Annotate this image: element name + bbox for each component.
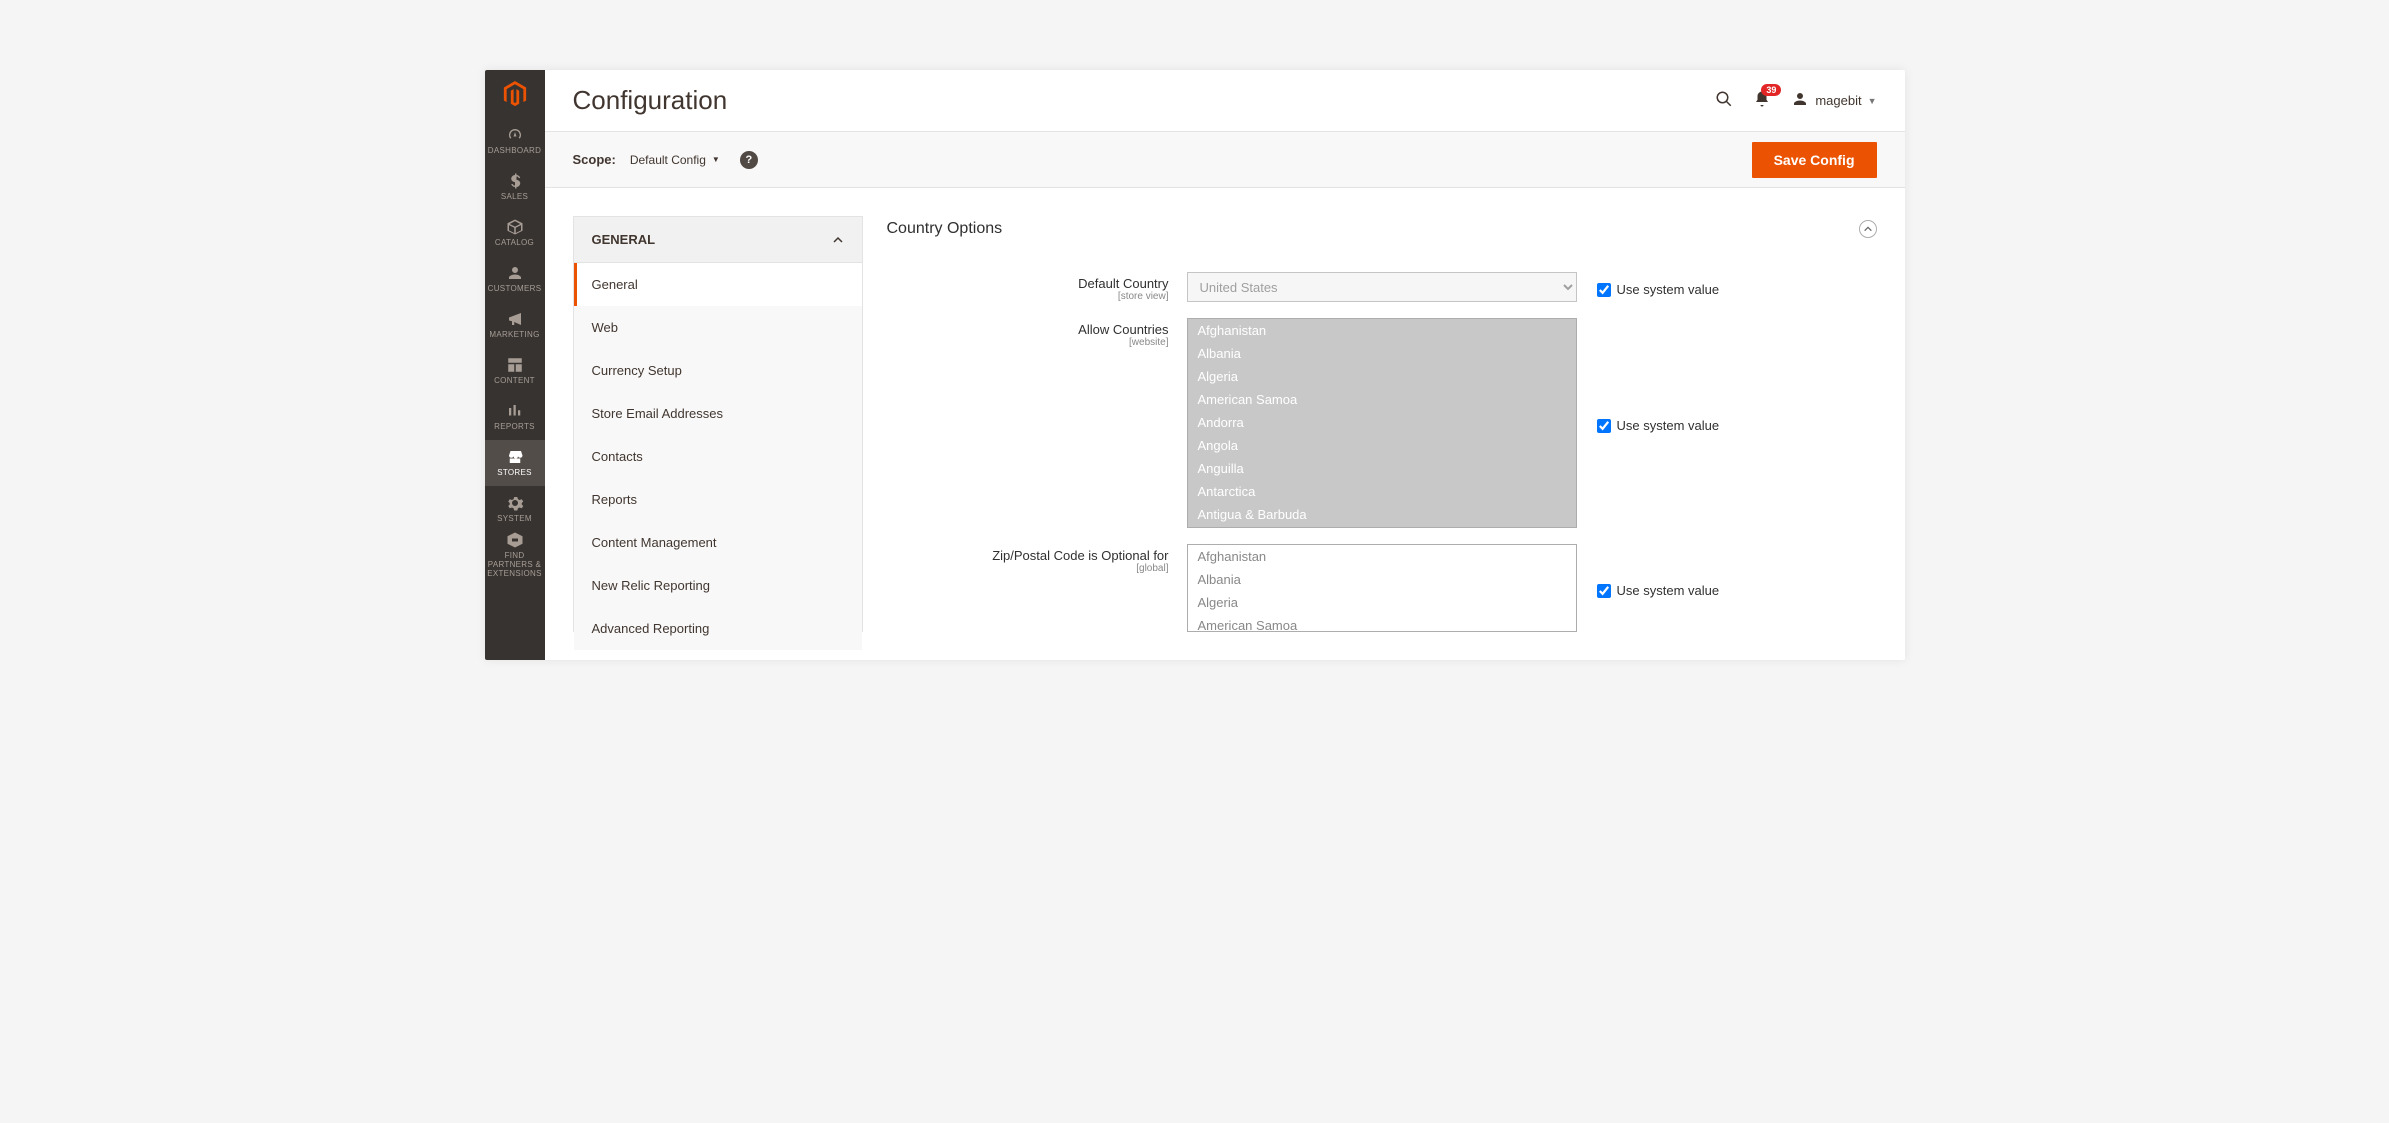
megaphone-icon xyxy=(506,310,524,328)
label-allow-countries: Allow Countries xyxy=(887,322,1169,337)
collapse-icon xyxy=(1859,220,1877,238)
config-item-reports[interactable]: Reports xyxy=(574,478,862,521)
config-item-contacts[interactable]: Contacts xyxy=(574,435,862,478)
username: magebit xyxy=(1815,93,1861,108)
gear-icon xyxy=(506,494,524,512)
label-zip-optional: Zip/Postal Code is Optional for xyxy=(887,548,1169,563)
nav-stores[interactable]: STORES xyxy=(485,440,545,486)
page-title: Configuration xyxy=(573,85,1716,116)
nav-system[interactable]: SYSTEM xyxy=(485,486,545,532)
nav-customers[interactable]: CUSTOMERS xyxy=(485,256,545,302)
use-system-zip-optional[interactable] xyxy=(1597,584,1611,598)
dollar-icon xyxy=(506,172,524,190)
save-config-button[interactable]: Save Config xyxy=(1752,142,1877,178)
layout-icon xyxy=(506,356,524,374)
chevron-up-icon xyxy=(832,234,844,246)
scope-global: [global] xyxy=(887,563,1169,574)
section-country-options[interactable]: Country Options xyxy=(887,216,1877,256)
person-icon xyxy=(506,264,524,282)
nav-catalog[interactable]: CATALOG xyxy=(485,210,545,256)
default-country-select[interactable]: United States xyxy=(1187,272,1577,302)
nav-sales[interactable]: SALES xyxy=(485,164,545,210)
nav-reports[interactable]: REPORTS xyxy=(485,394,545,440)
config-nav: GENERAL General Web Currency Setup Store… xyxy=(573,216,863,632)
config-item-store-email[interactable]: Store Email Addresses xyxy=(574,392,862,435)
config-item-currency[interactable]: Currency Setup xyxy=(574,349,862,392)
config-item-web[interactable]: Web xyxy=(574,306,862,349)
scope-selector[interactable]: Default Config ▼ xyxy=(630,153,720,167)
nav-marketing[interactable]: MARKETING xyxy=(485,302,545,348)
config-item-general[interactable]: General xyxy=(574,263,862,306)
puzzle-icon xyxy=(506,531,524,549)
search-icon[interactable] xyxy=(1715,90,1733,111)
bell-icon xyxy=(1753,96,1771,111)
user-menu[interactable]: magebit ▼ xyxy=(1791,90,1876,111)
store-icon xyxy=(506,448,524,466)
use-system-allow-countries[interactable] xyxy=(1597,419,1611,433)
help-icon[interactable]: ? xyxy=(740,151,758,169)
zip-optional-multiselect[interactable]: Afghanistan Albania Algeria American Sam… xyxy=(1187,544,1577,632)
caret-down-icon: ▼ xyxy=(1868,96,1877,106)
caret-down-icon: ▼ xyxy=(712,155,720,164)
config-item-content-mgmt[interactable]: Content Management xyxy=(574,521,862,564)
scope-store-view: [store view] xyxy=(887,291,1169,302)
config-group-general[interactable]: GENERAL xyxy=(574,217,862,263)
config-item-new-relic[interactable]: New Relic Reporting xyxy=(574,564,862,607)
nav-content[interactable]: CONTENT xyxy=(485,348,545,394)
allow-countries-multiselect[interactable]: Afghanistan Albania Algeria American Sam… xyxy=(1187,318,1577,528)
notifications-button[interactable]: 39 xyxy=(1753,90,1771,111)
gauge-icon xyxy=(506,126,524,144)
scope-website: [website] xyxy=(887,337,1169,348)
nav-partners[interactable]: FIND PARTNERS & EXTENSIONS xyxy=(485,532,545,578)
label-default-country: Default Country xyxy=(887,276,1169,291)
notification-badge: 39 xyxy=(1761,84,1781,96)
box-icon xyxy=(506,218,524,236)
magento-logo[interactable] xyxy=(485,70,545,118)
nav-dashboard[interactable]: DASHBOARD xyxy=(485,118,545,164)
bars-icon xyxy=(506,402,524,420)
scope-label: Scope: xyxy=(573,152,616,167)
config-item-adv-reporting[interactable]: Advanced Reporting xyxy=(574,607,862,650)
user-icon xyxy=(1791,90,1809,111)
use-system-default-country[interactable] xyxy=(1597,283,1611,297)
